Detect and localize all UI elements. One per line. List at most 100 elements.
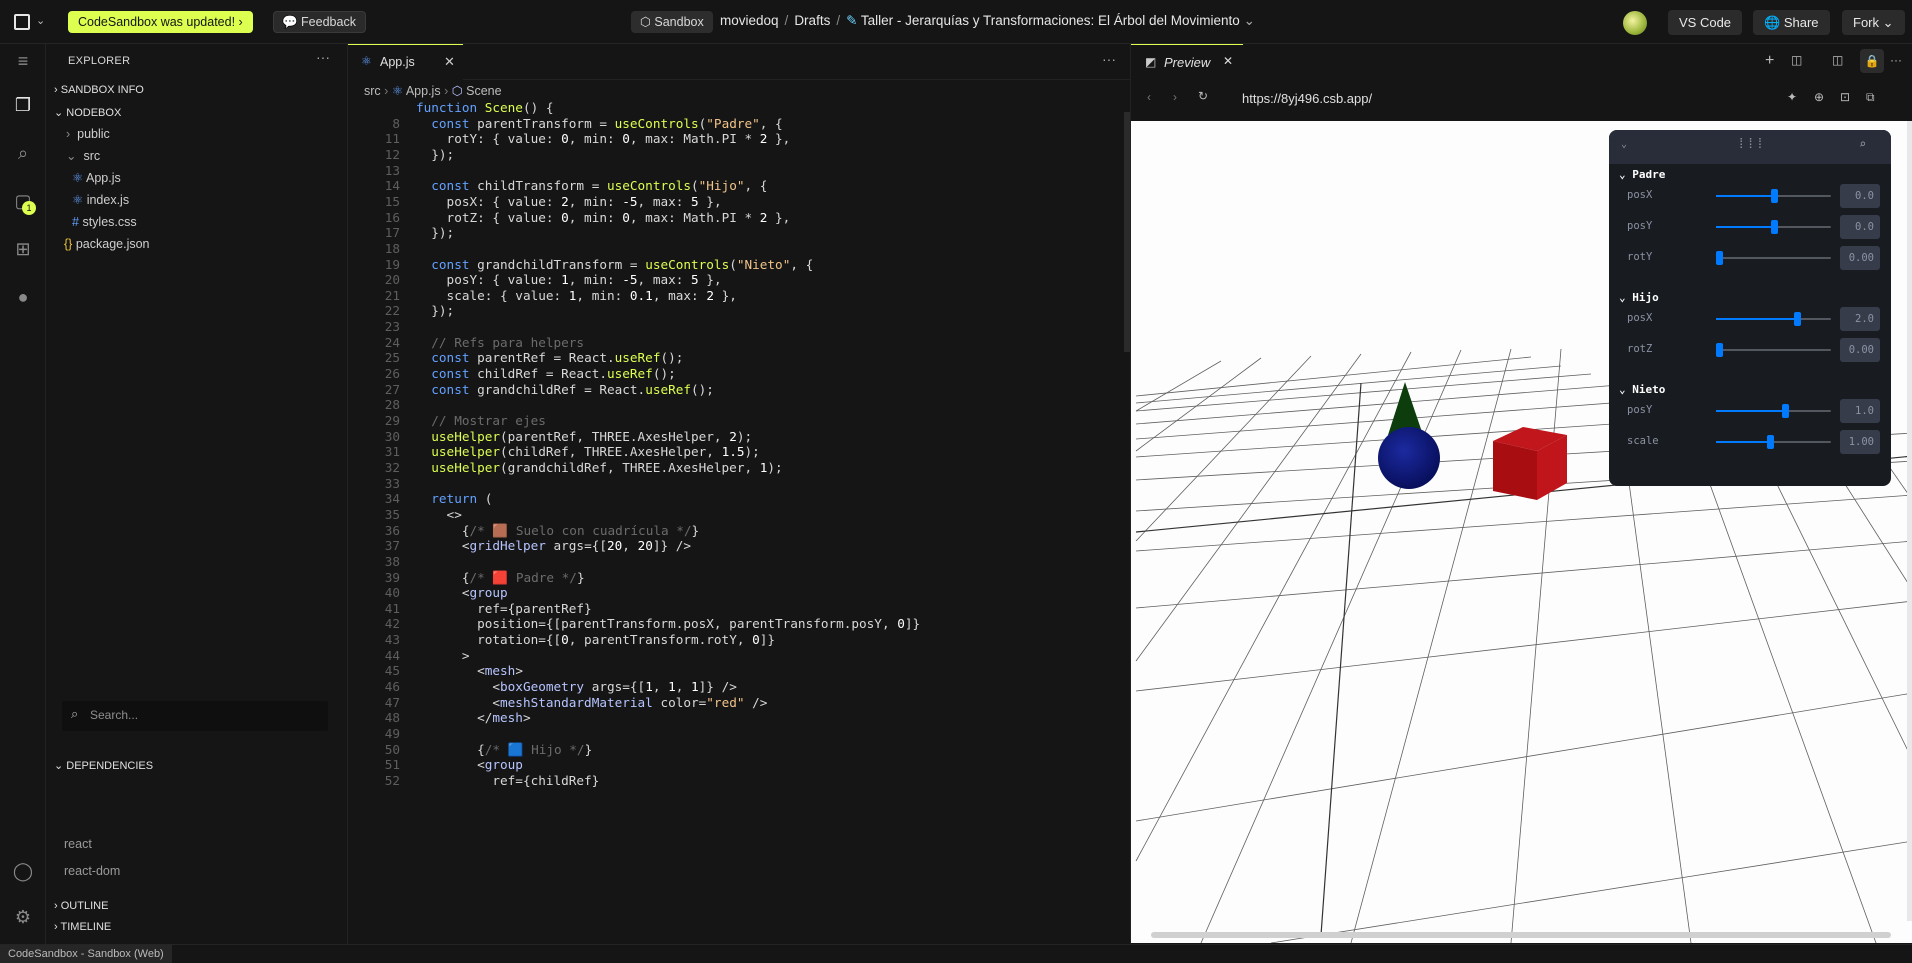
outline-section[interactable]: › OUTLINE (54, 897, 108, 915)
code-line[interactable]: 29 // Mostrar ejes (348, 413, 1128, 429)
close-icon[interactable]: ✕ (444, 54, 455, 70)
code-line[interactable]: 28 (348, 397, 1128, 413)
viewport-hscrollbar[interactable] (1151, 932, 1891, 938)
code-line[interactable]: 48 </mesh> (348, 710, 1128, 726)
more-icon[interactable]: ··· (1102, 51, 1116, 67)
leva-value-input[interactable]: 1.0 (1840, 399, 1880, 423)
close-icon[interactable]: ✕ (1223, 54, 1233, 68)
extensions-icon[interactable]: ⊞ (12, 238, 34, 260)
crumb-user[interactable]: moviedoq (720, 13, 779, 28)
nodebox-section[interactable]: ⌄ NODEBOX (54, 104, 121, 122)
status-remote[interactable]: CodeSandbox - Sandbox (Web) (0, 945, 172, 963)
code-line[interactable]: 49 (348, 726, 1128, 742)
code-line[interactable]: 46 <boxGeometry args={[1, 1, 1]} /> (348, 679, 1128, 695)
leva-group-title[interactable]: ⌄ Padre (1619, 168, 1665, 181)
sandbox-info-section[interactable]: › SANDBOX INFO (54, 81, 144, 99)
chevron-down-icon[interactable]: ⌄ (1244, 13, 1255, 28)
code-line[interactable]: 32 useHelper(grandchildRef, THREE.AxesHe… (348, 460, 1128, 476)
code-line[interactable]: 39 {/* 🟥 Padre */} (348, 570, 1128, 586)
lock-icon[interactable]: 🔒 (1860, 49, 1884, 73)
code-line[interactable]: 31 useHelper(childRef, THREE.AxesHelper,… (348, 444, 1128, 460)
dependency-react[interactable]: react (64, 835, 92, 853)
code-line[interactable]: 17 }); (348, 225, 1128, 241)
three-canvas[interactable]: ⌄ ⁞⁞⁞ ⌕ ⌄ Padre posX 0.0 posY 0.0 rotY 0.00 ⌄ H… (1131, 121, 1912, 943)
viewport-scrollbar[interactable] (1907, 121, 1912, 921)
code-line[interactable]: 36 {/* 🟫 Suelo con cuadrícula */} (348, 523, 1128, 539)
leva-value-input[interactable]: 0.0 (1840, 184, 1880, 208)
leva-slider[interactable] (1716, 312, 1831, 326)
code-line[interactable]: 19 const grandchildTransform = useContro… (348, 257, 1128, 273)
leva-slider-handle[interactable] (1770, 189, 1778, 203)
tree-item-public[interactable]: › public (66, 125, 110, 143)
leva-group-title[interactable]: ⌄ Hijo (1619, 291, 1659, 304)
code-line[interactable]: 43 rotation={[0, parentTransform.rotY, 0… (348, 632, 1128, 648)
code-line[interactable]: 30 useHelper(parentRef, THREE.AxesHelper… (348, 429, 1128, 445)
leva-slider[interactable] (1716, 220, 1831, 234)
code-line[interactable]: 23 (348, 319, 1128, 335)
fork-button[interactable]: Fork ⌄ (1842, 10, 1905, 35)
code-line[interactable]: 45 <mesh> (348, 663, 1128, 679)
feedback-button[interactable]: 💬 Feedback (273, 11, 366, 33)
code-line[interactable]: 50 {/* 🟦 Hijo */} (348, 742, 1128, 758)
code-line[interactable]: 33 (348, 476, 1128, 492)
code-line[interactable]: 40 <group (348, 585, 1128, 601)
leva-slider-handle[interactable] (1770, 220, 1778, 234)
url-input[interactable]: https://8yj496.csb.app/ (1242, 91, 1372, 106)
code-line[interactable]: 15 posX: { value: 2, min: -5, max: 5 }, (348, 194, 1128, 210)
leva-value-input[interactable]: 2.0 (1840, 307, 1880, 331)
github-icon[interactable]: ● (12, 286, 34, 308)
drag-handle-icon[interactable]: ⁞⁞⁞ (1737, 136, 1765, 153)
refresh-icon[interactable]: ↻ (1198, 89, 1208, 103)
update-pill[interactable]: CodeSandbox was updated! › (68, 11, 253, 33)
tab-app-js[interactable]: ⚛ App.js ✕ (348, 44, 463, 80)
leva-slider-handle[interactable] (1793, 312, 1801, 326)
magic-icon[interactable]: ✦ (1787, 90, 1797, 104)
leva-slider[interactable] (1716, 404, 1831, 418)
code-line[interactable]: 22 }); (348, 303, 1128, 319)
devtools-icon[interactable]: ⊡ (1840, 90, 1850, 104)
search-icon[interactable]: ⌕ (1859, 137, 1866, 151)
code-line[interactable]: 20 posY: { value: 1, min: -5, max: 5 }, (348, 272, 1128, 288)
code-line[interactable]: 21 scale: { value: 1, min: 0.1, max: 2 }… (348, 288, 1128, 304)
code-line[interactable]: 44 > (348, 648, 1128, 664)
leva-slider[interactable] (1716, 251, 1831, 265)
code-line[interactable]: 51 <group (348, 757, 1128, 773)
open-external-icon[interactable]: ⧉ (1866, 90, 1875, 105)
code-line[interactable]: 13 (348, 163, 1128, 179)
timeline-section[interactable]: › TIMELINE (54, 918, 111, 936)
leva-value-input[interactable]: 0.0 (1840, 215, 1880, 239)
code-line[interactable]: 14 const childTransform = useControls("H… (348, 178, 1128, 194)
code-line[interactable]: 25 const parentRef = React.useRef(); (348, 350, 1128, 366)
leva-slider-handle[interactable] (1716, 343, 1723, 357)
crumb-folder[interactable]: Drafts (794, 13, 830, 28)
search-icon[interactable]: ⌕ (12, 142, 34, 164)
sandbox-title[interactable]: Taller - Jerarquías y Transformaciones: … (861, 13, 1240, 28)
leva-slider-handle[interactable] (1767, 435, 1775, 449)
code-line[interactable]: 52 ref={childRef} (348, 773, 1128, 789)
layout-icon[interactable]: ◫ (1832, 53, 1843, 67)
code-line[interactable]: 41 ref={parentRef} (348, 601, 1128, 617)
chevron-down-icon[interactable]: ⌄ (36, 14, 45, 27)
code-line[interactable]: 37 <gridHelper args={[20, 20]} /> (348, 538, 1128, 554)
codesandbox-logo-icon[interactable] (14, 14, 30, 30)
dependencies-section[interactable]: ⌄ DEPENDENCIES (54, 757, 153, 775)
tree-item-src[interactable]: ⌄ src (66, 147, 100, 165)
code-line[interactable]: 24 // Refs para helpers (348, 335, 1128, 351)
code-line[interactable]: 27 const grandchildRef = React.useRef(); (348, 382, 1128, 398)
code-line[interactable]: 38 (348, 554, 1128, 570)
leva-value-input[interactable]: 0.00 (1840, 338, 1880, 362)
code-line[interactable]: 35 <> (348, 507, 1128, 523)
code-line[interactable]: 8 const parentTransform = useControls("P… (348, 116, 1128, 132)
leva-slider-handle[interactable] (1716, 251, 1723, 265)
leva-slider[interactable] (1716, 435, 1831, 449)
leva-group-title[interactable]: ⌄ Nieto (1619, 383, 1665, 396)
vscode-button[interactable]: VS Code (1668, 10, 1743, 35)
leva-header[interactable]: ⌄ ⁞⁞⁞ ⌕ (1609, 130, 1891, 164)
tree-item-app-js[interactable]: ⚛ App.js (72, 169, 121, 187)
code-line[interactable]: 18 (348, 241, 1128, 257)
code-line[interactable]: 47 <meshStandardMaterial color="red" /> (348, 695, 1128, 711)
leva-value-input[interactable]: 1.00 (1840, 430, 1880, 454)
add-icon[interactable]: + (1765, 52, 1774, 70)
code-line[interactable]: 42 position={[parentTransform.posX, pare… (348, 616, 1128, 632)
dependency-search-input[interactable]: ⌕ Search... (62, 701, 328, 731)
